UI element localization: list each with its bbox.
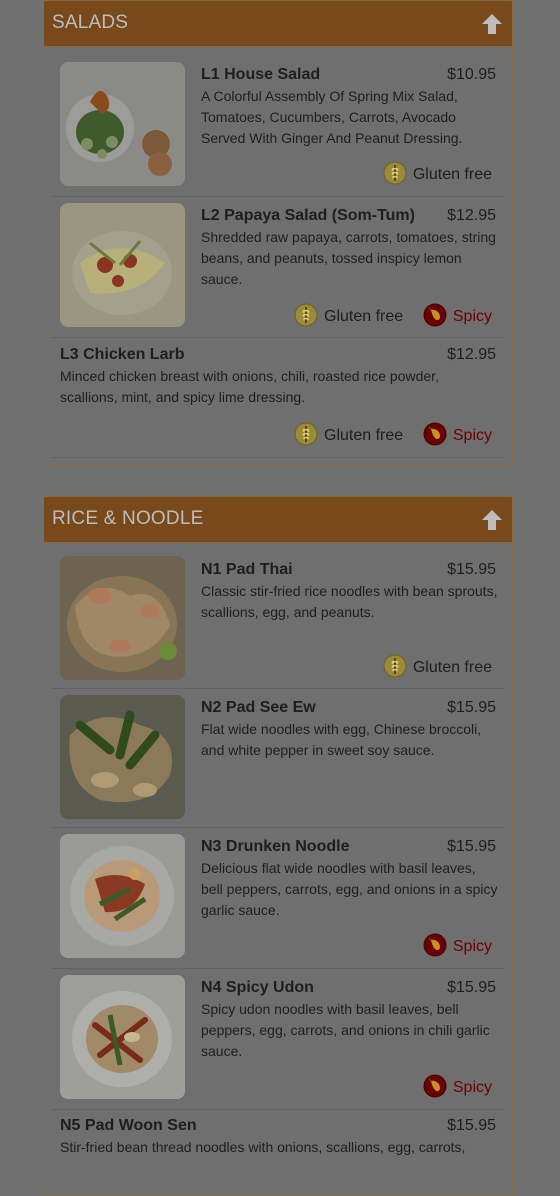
spicy-tag: Spicy <box>423 423 492 449</box>
item-description: Minced chicken breast with onions, chili… <box>60 368 439 405</box>
arrow-up-icon[interactable] <box>481 509 503 531</box>
item-price: $15.95 <box>447 838 496 855</box>
menu-item-l1[interactable]: L1 House Salad $10.95 A Colorful Assembl… <box>52 53 504 197</box>
gluten-free-tag: Gluten free <box>294 423 403 449</box>
chili-pepper-icon <box>423 422 447 446</box>
food-photo <box>60 203 185 327</box>
item-description: Flat wide noodles with egg, Chinese broc… <box>201 721 482 758</box>
section-title: RICE & NOODLE <box>52 508 204 529</box>
gluten-free-tag: Gluten free <box>383 655 492 681</box>
item-name: N4 Spicy Udon <box>201 979 314 996</box>
item-name: L3 Chicken Larb <box>60 346 185 363</box>
gluten-free-tag: Gluten free <box>294 304 403 330</box>
menu-item-n4[interactable]: N4 Spicy Udon $15.95 Spicy udon noodles … <box>52 969 504 1110</box>
rice-noodle-header: RICE & NOODLE <box>44 497 512 543</box>
menu-item-n1[interactable]: N1 Pad Thai $15.95 Classic stir-fried ri… <box>52 549 504 689</box>
wheat-icon <box>383 161 407 185</box>
item-name: L2 Papaya Salad (Som-Tum) <box>201 207 415 224</box>
item-description: A Colorful Assembly Of Spring Mix Salad,… <box>201 88 463 146</box>
arrow-up-icon[interactable] <box>481 13 503 35</box>
wheat-icon <box>294 422 318 446</box>
food-photo <box>60 975 185 1099</box>
item-price: $10.95 <box>447 66 496 83</box>
item-name: N3 Drunken Noodle <box>201 838 350 855</box>
item-name: L1 House Salad <box>201 66 321 83</box>
item-name: N5 Pad Woon Sen <box>60 1117 197 1134</box>
item-description: Classic stir-fried rice noodles with bea… <box>201 583 498 620</box>
item-description: Shredded raw papaya, carrots, tomatoes, … <box>201 229 496 287</box>
item-price: $12.95 <box>447 346 496 363</box>
food-photo <box>60 834 185 958</box>
food-photo <box>60 695 185 819</box>
chili-pepper-icon <box>423 303 447 327</box>
spicy-tag: Spicy <box>423 934 492 960</box>
item-price: $15.95 <box>447 561 496 578</box>
item-price: $15.95 <box>447 1117 496 1134</box>
salads-section: SALADS L1 House Salad $10.95 A Colorful … <box>43 0 513 465</box>
menu-item-l3[interactable]: L3 Chicken Larb $12.95 Minced chicken br… <box>52 338 504 458</box>
item-price: $12.95 <box>447 207 496 224</box>
section-title: SALADS <box>52 12 129 33</box>
item-description: Spicy udon noodles with basil leaves, be… <box>201 1001 490 1059</box>
menu-item-n2[interactable]: N2 Pad See Ew $15.95 Flat wide noodles w… <box>52 689 504 828</box>
item-price: $15.95 <box>447 979 496 996</box>
menu-item-l2[interactable]: L2 Papaya Salad (Som-Tum) $12.95 Shredde… <box>52 197 504 338</box>
item-description: Stir-fried bean thread noodles with onio… <box>60 1139 466 1155</box>
rice-noodle-section: RICE & NOODLE N1 Pad Thai $15.95 Classic… <box>43 496 513 1196</box>
item-name: N2 Pad See Ew <box>201 699 316 716</box>
food-photo <box>60 556 185 680</box>
chili-pepper-icon <box>423 1074 447 1098</box>
spicy-tag: Spicy <box>423 1075 492 1101</box>
item-description: Delicious flat wide noodles with basil l… <box>201 860 498 918</box>
spicy-tag: Spicy <box>423 304 492 330</box>
menu-item-n3[interactable]: N3 Drunken Noodle $15.95 Delicious flat … <box>52 828 504 969</box>
item-name: N1 Pad Thai <box>201 561 293 578</box>
wheat-icon <box>294 303 318 327</box>
gluten-free-tag: Gluten free <box>383 162 492 188</box>
salads-header: SALADS <box>44 1 512 47</box>
food-photo <box>60 62 185 186</box>
item-price: $15.95 <box>447 699 496 716</box>
wheat-icon <box>383 654 407 678</box>
menu-item-n5[interactable]: N5 Pad Woon Sen $15.95 Stir-fried bean t… <box>52 1110 504 1195</box>
chili-pepper-icon <box>423 933 447 957</box>
